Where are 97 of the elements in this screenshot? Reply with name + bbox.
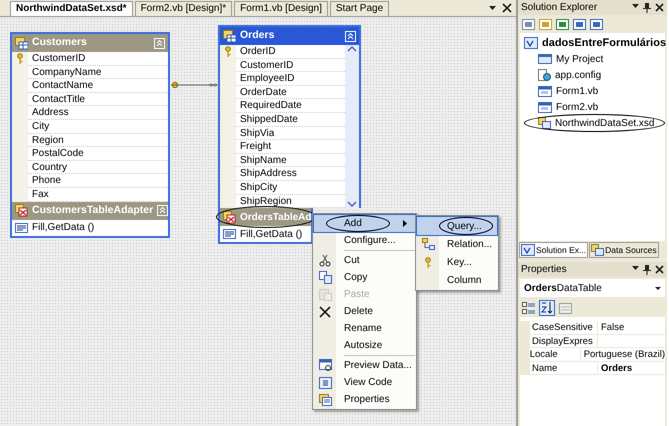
panel-title: Solution Explorer bbox=[521, 1, 598, 15]
dropdown-icon[interactable] bbox=[632, 264, 639, 270]
relation-icon bbox=[422, 238, 434, 250]
tree-item[interactable]: NorthwindDataSet.xsd bbox=[524, 115, 661, 131]
property-name[interactable]: Locale bbox=[528, 348, 581, 362]
scrollbar[interactable] bbox=[345, 45, 359, 208]
property-name[interactable]: DisplayExpres bbox=[530, 334, 598, 348]
column-name[interactable]: Region bbox=[28, 134, 168, 148]
panel-tab[interactable]: Solution Ex... bbox=[519, 242, 588, 258]
paste-icon bbox=[318, 288, 332, 301]
column-name[interactable]: Address bbox=[28, 106, 168, 120]
menu-item[interactable]: Rename bbox=[314, 320, 415, 337]
tree-item[interactable]: app.config bbox=[524, 67, 661, 83]
sort-alphabetical-icon[interactable] bbox=[539, 300, 555, 316]
form-icon bbox=[538, 101, 552, 113]
property-name[interactable]: CaseSensitive bbox=[530, 321, 598, 334]
solution-icon bbox=[524, 37, 538, 49]
adapter-icon bbox=[15, 204, 28, 218]
column-name[interactable]: ContactName bbox=[28, 79, 168, 93]
column-name[interactable]: Country bbox=[28, 160, 168, 174]
categorized-icon[interactable] bbox=[522, 302, 535, 314]
menu-item[interactable]: View Code bbox=[314, 374, 415, 391]
sql-icon bbox=[223, 229, 236, 240]
menu-item[interactable]: Copy bbox=[314, 269, 415, 286]
tree-item[interactable]: My Project bbox=[524, 51, 661, 67]
menu-item[interactable]: Autosize bbox=[314, 337, 415, 354]
table-adapter[interactable]: OrdersTableAd Fill,GetData () bbox=[218, 208, 313, 244]
dataset-icon bbox=[538, 117, 551, 129]
property-value[interactable]: False bbox=[598, 321, 665, 334]
menu-item[interactable]: Relation... bbox=[417, 235, 497, 253]
form-icon bbox=[538, 85, 552, 97]
table-title: Orders bbox=[240, 28, 276, 44]
scroll-down-icon[interactable] bbox=[347, 200, 357, 208]
dropdown-icon[interactable] bbox=[632, 2, 639, 8]
close-icon[interactable] bbox=[502, 3, 512, 13]
collapse-icon[interactable] bbox=[157, 205, 168, 216]
table-icon bbox=[15, 36, 28, 50]
pin-icon[interactable] bbox=[643, 2, 651, 12]
panel-title: Properties bbox=[521, 263, 567, 277]
property-name[interactable]: Name bbox=[530, 362, 598, 375]
menu-item[interactable]: Preview Data... bbox=[314, 357, 415, 374]
column-name[interactable]: City bbox=[28, 120, 168, 134]
project-name[interactable]: dadosEntreFormulários bbox=[542, 34, 666, 52]
menu-item[interactable]: Cut bbox=[314, 252, 415, 269]
dropdown-icon[interactable] bbox=[655, 286, 661, 290]
solution-icon bbox=[521, 244, 535, 256]
document-tab[interactable]: Form1.vb [Design] bbox=[234, 1, 328, 16]
data-table[interactable]: Orders OrderID CustomerID EmployeeID OrderDate RequiredDate ShippedDate ShipVia Freight ShipName ShipAddress ShipCity ShipRegion bbox=[218, 25, 361, 208]
collapse-icon[interactable] bbox=[345, 30, 356, 42]
adapter-title: OrdersTableAd bbox=[240, 210, 312, 225]
table-adapter[interactable]: CustomersTableAdapter Fill,GetData () bbox=[10, 202, 170, 238]
dataset-icon bbox=[591, 244, 604, 256]
property-value[interactable]: Orders bbox=[598, 362, 665, 375]
document-tab[interactable]: NorthwindDataSet.xsd* bbox=[10, 1, 133, 16]
code-icon bbox=[318, 376, 332, 388]
property-value[interactable]: Portuguese (Brazil) bbox=[580, 348, 665, 362]
menu-item[interactable]: Delete bbox=[314, 303, 415, 320]
sql-icon bbox=[15, 222, 28, 233]
adapter-icon bbox=[223, 210, 236, 224]
column-name[interactable]: ContactTitle bbox=[28, 92, 168, 106]
table-icon bbox=[223, 30, 236, 42]
close-icon[interactable] bbox=[655, 264, 664, 274]
menu-item[interactable]: Query... bbox=[417, 217, 497, 235]
column-name[interactable]: CustomerID bbox=[28, 52, 168, 66]
preview-icon bbox=[318, 359, 332, 372]
object-selector[interactable]: OrdersDataTable bbox=[520, 279, 665, 297]
pin-icon[interactable] bbox=[643, 264, 651, 274]
config-icon bbox=[538, 69, 551, 81]
panel-tab[interactable]: Data Sources bbox=[589, 242, 659, 258]
data-table[interactable]: Customers CustomerID CompanyName ContactName ContactTitle Address City Region PostalCode Country Phone Fax bbox=[10, 32, 170, 202]
menu-item[interactable]: Column bbox=[417, 271, 497, 289]
delete-icon bbox=[319, 306, 331, 318]
collapse-icon[interactable] bbox=[154, 38, 165, 48]
tree-item[interactable]: Form2.vb bbox=[524, 99, 661, 115]
dropdown-icon[interactable] bbox=[489, 5, 496, 11]
column-name[interactable]: Phone bbox=[28, 174, 168, 188]
table-title: Customers bbox=[32, 35, 88, 50]
close-icon[interactable] bbox=[655, 2, 664, 12]
menu-item[interactable]: Configure... bbox=[314, 232, 415, 249]
document-tab[interactable]: Form2.vb [Design]* bbox=[134, 1, 232, 16]
key-icon bbox=[424, 256, 432, 268]
menu-item[interactable]: Key... bbox=[417, 253, 497, 271]
menu-item[interactable]: Add bbox=[314, 215, 415, 232]
submenu-arrow-icon bbox=[403, 220, 407, 227]
query-name[interactable]: Fill,GetData () bbox=[32, 220, 94, 236]
project-icon bbox=[538, 53, 552, 65]
scissors-icon bbox=[319, 254, 331, 267]
document-tab[interactable]: Start Page bbox=[330, 1, 390, 16]
adapter-title: CustomersTableAdapter bbox=[32, 202, 154, 218]
query-name[interactable]: Fill,GetData () bbox=[240, 226, 302, 242]
copy-icon bbox=[318, 271, 332, 284]
scroll-up-icon[interactable] bbox=[347, 45, 357, 53]
column-name[interactable]: PostalCode bbox=[28, 147, 168, 161]
relation-line bbox=[171, 81, 218, 89]
menu-item[interactable]: Properties bbox=[314, 391, 415, 408]
column-name[interactable]: CompanyName bbox=[28, 66, 168, 80]
tree-item[interactable]: Form1.vb bbox=[524, 83, 661, 99]
